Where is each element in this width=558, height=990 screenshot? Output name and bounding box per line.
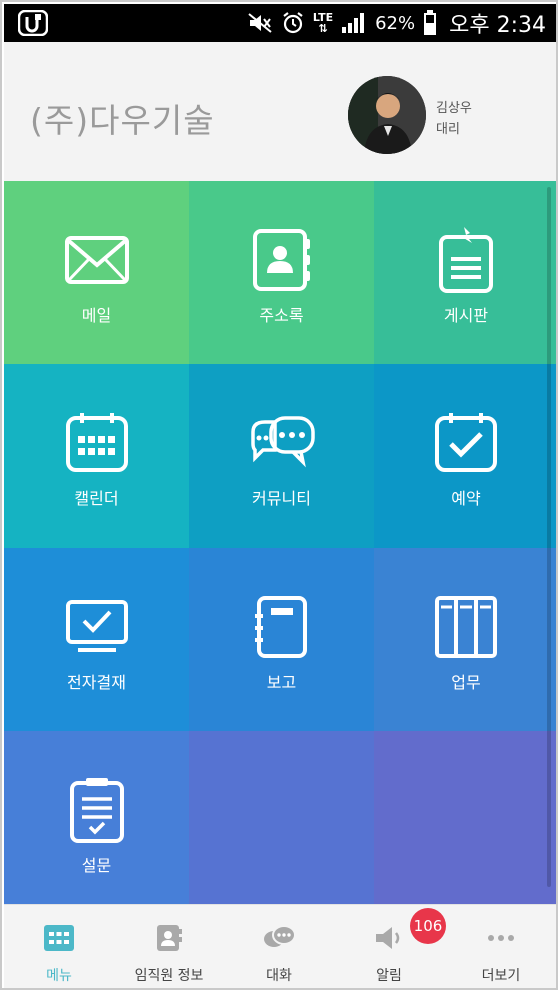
menu-tile-approval[interactable]: 전자결재 (4, 548, 189, 731)
menu-label: 게시판 (443, 306, 489, 325)
nav-label: 알림 (376, 968, 402, 984)
reservation-icon (435, 413, 497, 472)
menu-tile-survey[interactable]: 설문 (4, 731, 189, 904)
grid-menu-icon (44, 925, 74, 951)
nav-menu[interactable]: 메뉴 (4, 905, 114, 988)
more-icon (488, 935, 514, 941)
menu-label: 예약 (451, 489, 481, 508)
menu-tile-empty (189, 731, 374, 904)
menu-label: 보고 (266, 673, 297, 692)
task-icon (435, 596, 497, 658)
contacts-icon (157, 925, 182, 951)
chat-icon (264, 925, 296, 947)
nav-employee-info[interactable]: 임직원 정보 (114, 905, 224, 988)
nav-label: 임직원 정보 (134, 968, 204, 984)
user-name: 김상우 (436, 101, 472, 116)
company-name: (주)다우기술 (30, 101, 215, 140)
clock: 오후 2:34 (449, 13, 546, 38)
menu-tile-report[interactable]: 보고 (189, 548, 374, 731)
menu-label: 주소록 (259, 306, 304, 325)
notification-badge: 106 (410, 908, 446, 944)
mail-icon (64, 236, 129, 284)
speaker-icon (376, 927, 400, 949)
menu-tile-board[interactable]: 게시판 (374, 181, 556, 364)
community-icon (250, 416, 315, 468)
menu-tile-reservation[interactable]: 예약 (374, 364, 556, 548)
nav-chat[interactable]: 대화 (224, 905, 334, 988)
menu-tile-address-book[interactable]: 주소록 (189, 181, 374, 364)
app-frame: LTE ⇅ 62% 오후 2:34 (주)다우기술 김상우 대리 메일 주소록 … (0, 0, 558, 990)
menu-label: 캘린더 (74, 489, 119, 508)
report-icon (254, 596, 307, 658)
bottom-nav: 메뉴 임직원 정보 대화 알림 더보기 (4, 904, 556, 988)
board-icon (439, 227, 493, 293)
signal-icon (342, 13, 365, 33)
menu-grid: 메일 주소록 게시판 캘린더 커뮤니티 예약 전자결재 보고 업무 설문 (4, 181, 556, 904)
menu-tile-task[interactable]: 업무 (374, 548, 556, 731)
nav-label: 메뉴 (46, 968, 72, 984)
network-type: LTE ⇅ (312, 11, 334, 35)
scrollbar[interactable] (547, 187, 551, 887)
menu-label: 커뮤니티 (252, 489, 311, 508)
status-indicators: LTE ⇅ 62% 오후 2:34 (247, 4, 546, 42)
approval-icon (65, 600, 128, 652)
menu-tile-calendar[interactable]: 캘린더 (4, 364, 189, 548)
menu-label: 메일 (81, 306, 112, 325)
nav-label: 더보기 (481, 968, 521, 984)
nav-label: 대화 (266, 968, 292, 984)
nav-more[interactable]: 더보기 (444, 905, 556, 988)
mute-icon (248, 13, 272, 33)
menu-label: 업무 (451, 673, 481, 692)
menu-tile-mail[interactable]: 메일 (4, 181, 189, 364)
battery-icon (424, 10, 437, 35)
user-title: 대리 (436, 122, 460, 137)
menu-label: 설문 (81, 856, 112, 875)
menu-tile-community[interactable]: 커뮤니티 (189, 364, 374, 548)
survey-icon (69, 778, 124, 843)
calendar-icon (65, 413, 128, 472)
app-notification-icon (18, 10, 48, 36)
alarm-icon (283, 12, 303, 34)
menu-tile-empty (374, 731, 556, 904)
header: (주)다우기술 김상우 대리 (4, 42, 556, 181)
avatar[interactable] (348, 76, 426, 154)
address-book-icon (252, 229, 310, 291)
battery-percent: 62% (375, 12, 416, 34)
status-bar: LTE ⇅ 62% 오후 2:34 (4, 4, 556, 42)
menu-label: 전자결재 (67, 673, 126, 692)
